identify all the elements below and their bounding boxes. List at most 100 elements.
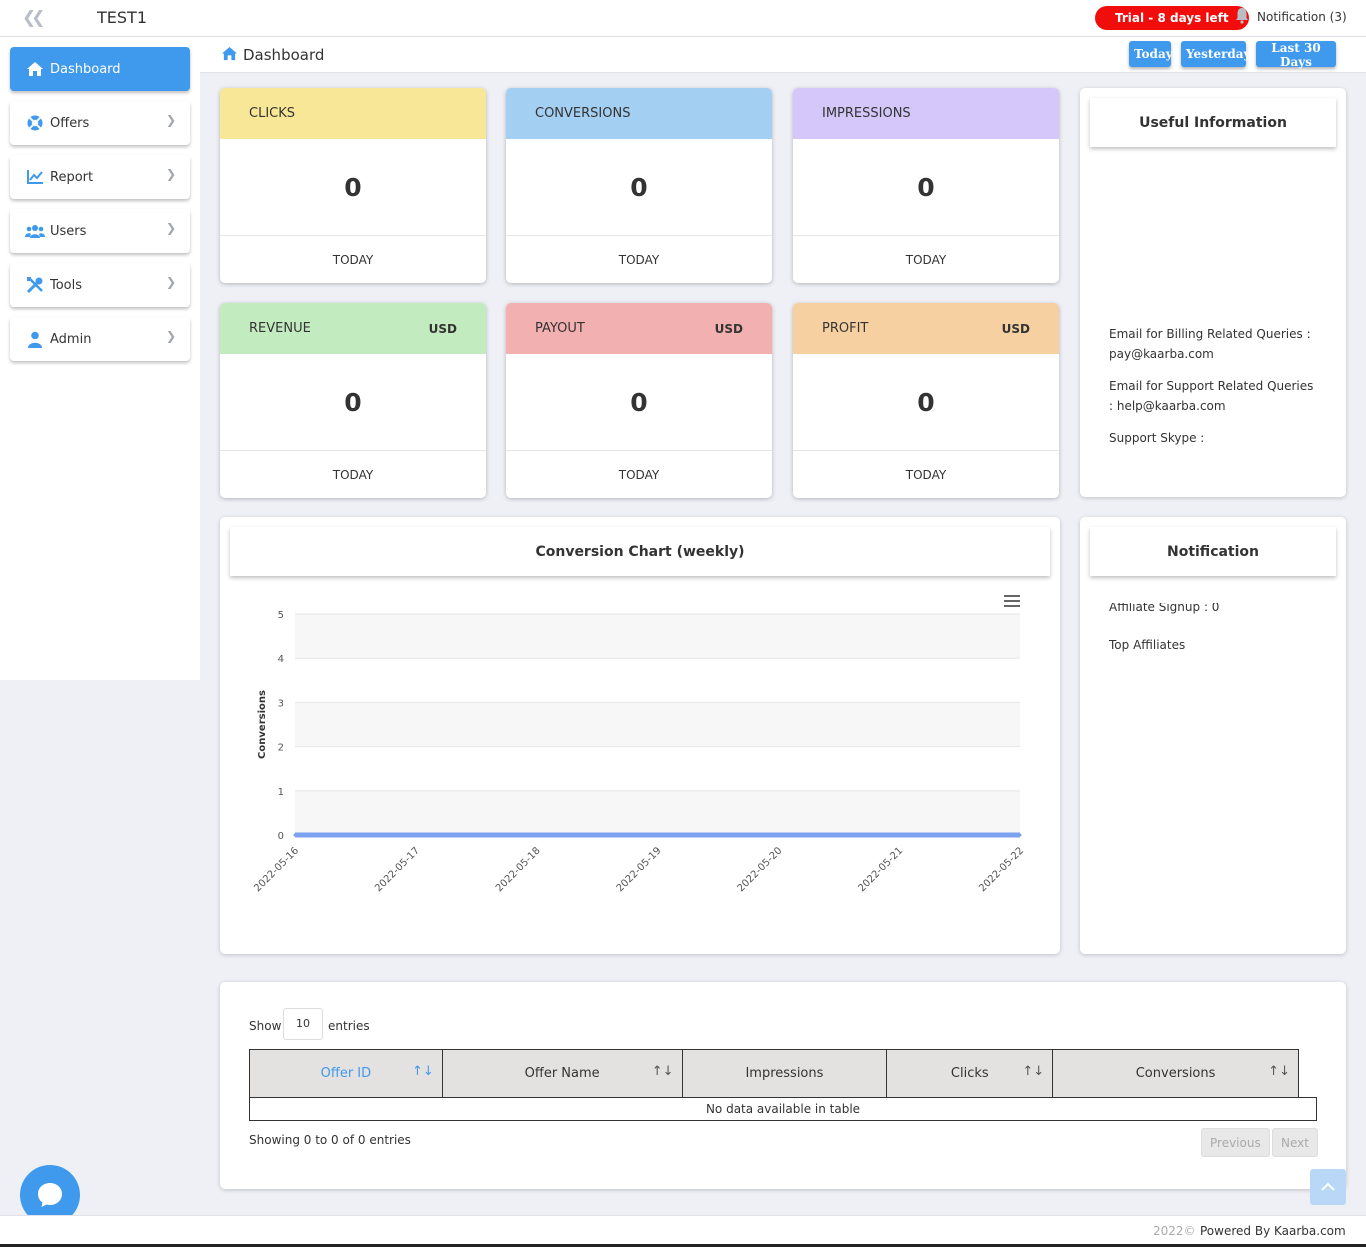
offers-table-panel: Show 10 entries Offer ID ↑↓ Offer Name ↑↓ … [220,982,1346,1189]
chart-data-point [414,833,418,837]
stat-period: TODAY [618,467,660,482]
entries-select[interactable]: 10 [283,1008,323,1040]
table-info: Showing 0 to 0 of 0 entries [249,1133,411,1147]
stat-label: CONVERSIONS [535,106,631,121]
stat-period: TODAY [618,252,660,267]
page-header: Dashboard Today Yesterday Last 30 Days [200,37,1366,73]
empty-table-message: No data available in table [249,1097,1317,1121]
chart-y-axis-label: Conversions [257,690,268,759]
chevron-right-icon: ❯ [165,275,176,289]
support-label: Email for Support Related Queries [1109,379,1314,393]
column-impressions[interactable]: Impressions [681,1049,888,1098]
stat-period: TODAY [332,252,374,267]
chart-x-tick-label: 2022-05-17 [373,845,422,894]
stat-currency: USD [714,321,743,336]
table-row: No data available in table [249,1097,1317,1121]
chart-data-point [897,833,901,837]
brand-name: TEST1 [97,8,147,27]
conversion-chart: 0 1 2 3 4 5 Conversions 2022-05-16 2022-05-17 202… [252,610,1026,894]
sidebar-item-label: Offers [50,115,90,131]
chart-data-point [656,833,659,837]
double-chevron-left-icon[interactable]: ❮❮ [22,8,45,28]
sidebar-item-label: Users [50,223,87,239]
sort-icon: ↑↓ [1022,1064,1045,1079]
sidebar-item-offers[interactable]: Offers ❯ [10,101,190,145]
stat-currency: USD [428,321,457,336]
billing-email[interactable]: pay@kaarba.com [1109,344,1214,364]
chart-x-tick-label: 2022-05-19 [615,845,664,894]
top-bar: ❮❮ TEST1 Trial - 8 days left Notificatio… [0,0,1366,37]
stat-period: TODAY [332,467,374,482]
lifebuoy-icon [25,114,45,132]
chart-y-tick-label: 3 [278,698,284,709]
column-conversions[interactable]: Conversions ↑↓ [1052,1049,1299,1098]
chart-x-tick-label: 2022-05-21 [856,845,905,894]
table-header-row: Offer ID ↑↓ Offer Name ↑↓ Impressions Clic… [249,1049,1317,1098]
tools-icon [25,276,45,294]
stat-currency: USD [1001,321,1030,336]
sidebar-item-label: Admin [50,331,92,347]
chart-data-point [776,833,780,837]
bell-icon[interactable] [1235,7,1249,24]
chart-x-tick-label: 2022-05-18 [494,845,543,894]
chart-line-icon [25,168,45,186]
stat-card-clicks: CLICKS 0 TODAY [220,88,486,283]
chevron-right-icon: ❯ [165,167,176,181]
sidebar-item-admin[interactable]: Admin ❯ [10,317,190,361]
sidebar-item-report[interactable]: Report ❯ [10,155,190,199]
stat-card-conversions: CONVERSIONS 0 TODAY [506,88,772,283]
support-email[interactable]: : help@kaarba.com [1109,396,1226,416]
previous-page-button[interactable]: Previous [1201,1128,1270,1157]
chart-grid-band [295,702,1020,747]
column-clicks[interactable]: Clicks ↑↓ [886,1049,1054,1098]
stat-value: 0 [220,139,486,236]
useful-info-panel: Useful Information Email for Billing Rel… [1080,88,1346,497]
range-last-30-days-button[interactable]: Last 30 Days [1256,41,1336,69]
stat-card-profit: PROFIT USD 0 TODAY [793,303,1059,498]
stat-value: 0 [220,354,486,451]
notification-panel: Affiliate Signup : 0 Notification Top Af… [1080,517,1346,954]
chart-x-tick-label: 2022-05-22 [977,845,1026,894]
home-icon [222,46,237,61]
footer-copyright: 2022© [1153,1224,1196,1238]
stat-label: IMPRESSIONS [822,106,911,121]
stat-value: 0 [506,354,772,451]
home-icon [25,60,45,78]
top-affiliates-label: Top Affiliates [1109,638,1186,652]
users-icon [25,222,45,240]
entries-label: entries [328,1019,370,1033]
chart-x-tick-label: 2022-05-16 [252,845,301,894]
chart-x-tick-label: 2022-05-20 [736,845,785,894]
stat-value: 0 [506,139,772,236]
sidebar: Dashboard Offers ❯ Report ❯ Users ❯ Tool… [0,37,200,680]
column-offer-name[interactable]: Offer Name ↑↓ [441,1049,683,1098]
show-label: Show [249,1019,282,1033]
chevron-up-icon [1321,1182,1335,1191]
chart-y-tick-label: 4 [278,654,284,665]
page-title: Dashboard [243,46,325,64]
chat-bubble-icon [38,1183,62,1207]
chart-grid-band [295,614,1020,659]
chevron-right-icon: ❯ [165,113,176,127]
footer-powered-by[interactable]: Powered By Kaarba.com [1200,1224,1346,1238]
scroll-to-top-button[interactable] [1310,1169,1346,1205]
notification-title: Notification [1090,527,1336,576]
chart-y-tick-label: 5 [278,610,284,621]
range-yesterday-button[interactable]: Yesterday [1181,41,1251,67]
chart-data-point [1018,833,1022,837]
chart-grid-band [295,790,1020,835]
sidebar-item-tools[interactable]: Tools ❯ [10,263,190,307]
sidebar-item-users[interactable]: Users ❯ [10,209,190,253]
footer: 2022© Powered By Kaarba.com [0,1215,1366,1245]
chart-data-point [535,833,539,837]
range-today-button[interactable]: Today [1129,41,1173,67]
trial-badge[interactable]: Trial - 8 days left [1095,6,1249,30]
sidebar-item-label: Report [50,169,94,185]
notification-link[interactable]: Notification (3) [1257,10,1347,24]
chevron-right-icon: ❯ [165,329,176,343]
sidebar-item-dashboard[interactable]: Dashboard [10,47,190,91]
column-offer-id[interactable]: Offer ID ↑↓ [249,1049,443,1098]
next-page-button[interactable]: Next [1272,1128,1318,1157]
chart-y-tick-label: 2 [278,743,284,754]
chart-title: Conversion Chart (weekly) [230,527,1050,576]
